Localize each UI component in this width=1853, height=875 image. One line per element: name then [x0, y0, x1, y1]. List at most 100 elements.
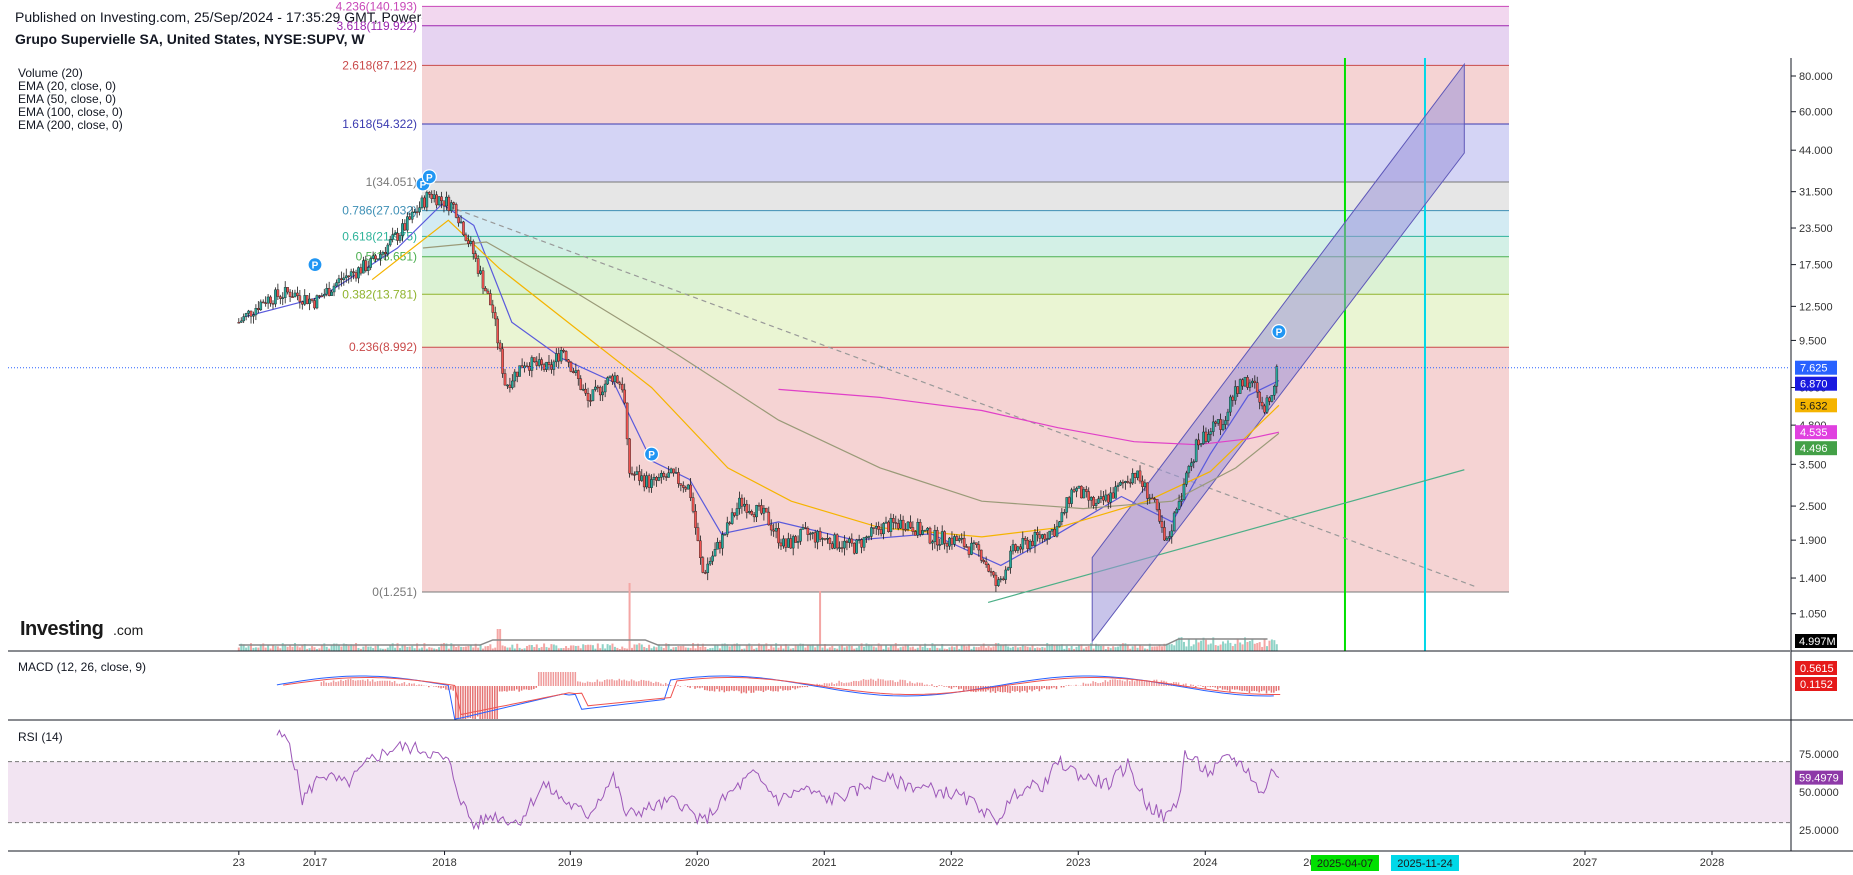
macd-pane[interactable]: MACD (12, 26, close, 9) 0.5615 0.1152: [18, 660, 1837, 720]
candle-body: [1131, 473, 1134, 484]
volume-bar: [420, 647, 423, 651]
candle-body: [432, 194, 436, 199]
candle-body: [1163, 527, 1166, 541]
candle-body: [303, 295, 307, 305]
candle-body: [1189, 462, 1193, 467]
volume-bar: [1268, 640, 1271, 651]
rsi-axis-label: 75.0000: [1799, 749, 1839, 761]
chart-canvas[interactable]: 4.236(140.193) 3.618(119.922) 2.618(87.122…: [0, 0, 1853, 875]
candle-body: [750, 511, 753, 515]
macd-badge-label: 0.5615: [1800, 663, 1834, 675]
candle-body: [1158, 509, 1161, 522]
fib-band: [422, 6, 1509, 26]
candle-body: [879, 529, 883, 535]
candle-body: [791, 536, 795, 549]
candle-body: [347, 275, 351, 278]
candle-body: [784, 538, 788, 548]
candle-body: [672, 468, 675, 474]
volume-bar: [933, 644, 936, 651]
candle-body: [989, 571, 993, 573]
candle-body: [1224, 420, 1227, 425]
candle-body: [884, 521, 888, 524]
candle-body: [352, 271, 355, 273]
price-badge-label: 6.870: [1800, 379, 1828, 391]
candle-body: [686, 484, 690, 490]
volume-bar: [528, 644, 531, 651]
volume-bar: [1263, 639, 1266, 651]
candle-body: [843, 540, 846, 549]
candle-body: [735, 508, 739, 516]
candle-body: [313, 300, 316, 309]
candle-body: [1050, 529, 1054, 532]
volume-bar: [919, 645, 922, 651]
time-axis-label: 2022: [939, 857, 963, 869]
volume-bar: [367, 646, 370, 651]
candle-body: [769, 524, 773, 531]
volume-bar: [274, 646, 277, 651]
candle-body: [728, 522, 732, 524]
candle-body: [376, 258, 380, 260]
volume-bar: [389, 645, 392, 651]
time-axis[interactable]: 23 2017 2018 2019 2020 2021 2022 2023 2024 2027 20…: [233, 851, 1725, 871]
volume-bar: [635, 644, 638, 651]
candle-body: [845, 540, 849, 543]
candle-body: [474, 253, 478, 259]
candle-body: [1194, 439, 1198, 462]
volume-bar: [1224, 643, 1227, 651]
candle-body: [740, 497, 744, 507]
candle-body: [606, 377, 609, 385]
price-axis-label: 80.000: [1799, 71, 1833, 83]
volume-bar: [1029, 647, 1032, 651]
volume-bar: [880, 645, 883, 651]
volume-bar: [1256, 642, 1259, 651]
volume-bar: [504, 646, 507, 651]
candle-body: [1045, 538, 1049, 540]
candle-body: [760, 505, 763, 514]
candle-body: [1031, 540, 1034, 546]
candle-body: [635, 471, 639, 475]
candle-body: [928, 527, 932, 544]
candle-body: [552, 361, 556, 370]
price-axis[interactable]: 80.000 60.000 44.000 31.500 23.500 17.500 12.5…: [1791, 71, 1833, 621]
candle-body: [545, 361, 548, 370]
rsi-badge-label: 59.4979: [1799, 773, 1839, 785]
volume-bar: [728, 646, 731, 651]
candle-body: [940, 531, 944, 545]
candle-body: [691, 497, 695, 512]
fib-level-label: 0.786(27.032): [342, 204, 417, 218]
volume-bar: [638, 643, 641, 651]
volume-bar: [655, 647, 658, 651]
volume-bar: [677, 646, 680, 651]
volume-bar: [1248, 641, 1251, 651]
candle-body: [936, 530, 939, 546]
volume-bar: [1031, 645, 1034, 651]
candle-body: [1004, 569, 1007, 580]
candle-body: [1036, 532, 1039, 536]
candle-body: [281, 297, 285, 299]
candle-body: [806, 527, 810, 535]
volume-bar: [621, 646, 624, 651]
candle-body: [821, 538, 824, 540]
volume-bar: [794, 644, 797, 651]
candle-body: [401, 223, 404, 236]
volume-bar: [506, 647, 509, 651]
volume-bar: [1019, 647, 1022, 651]
volume-bar: [972, 646, 975, 651]
candle-body: [982, 560, 986, 563]
fib-level-label: 0.236(8.992): [349, 340, 417, 354]
rsi-label: RSI (14): [18, 730, 63, 744]
candle-body: [344, 275, 348, 279]
candle-body: [442, 200, 446, 207]
volume-bar: [591, 645, 594, 651]
candle-body: [1104, 494, 1108, 501]
volume-bar: [276, 646, 279, 651]
candle-body: [330, 291, 333, 296]
candle-body: [657, 477, 661, 481]
fib-level-label: 0(1.251): [372, 585, 417, 599]
rsi-pane[interactable]: RSI (14) 75.0000 50.0000 25.0000 59.4979: [8, 729, 1843, 837]
time-axis-label: 2019: [558, 857, 582, 869]
candle-body: [362, 260, 365, 274]
candle-body: [967, 546, 971, 555]
volume-bar: [606, 644, 609, 651]
volume-bar: [977, 647, 980, 651]
